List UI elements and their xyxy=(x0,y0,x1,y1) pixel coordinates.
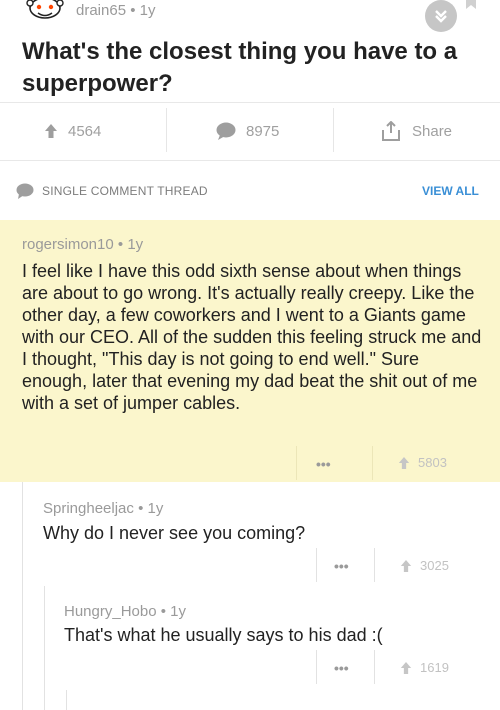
comment-body: I feel like I have this odd sixth sense … xyxy=(22,261,482,413)
comment-age: 1y xyxy=(127,236,144,253)
meta-separator: • xyxy=(138,500,144,517)
divider xyxy=(333,108,334,152)
post-comment-count: 8975 xyxy=(246,122,280,140)
thread-indent-line xyxy=(22,482,23,710)
comment-body: Why do I never see you coming? xyxy=(43,523,306,543)
comment-author[interactable]: Hungry_Hobo xyxy=(64,603,157,620)
post-upvote-count: 4564 xyxy=(68,122,102,140)
post-title[interactable]: What's the closest thing you have to a s… xyxy=(22,36,482,100)
divider xyxy=(372,446,373,480)
comment-upvote-button[interactable]: 5803 xyxy=(398,455,447,470)
comment-author[interactable]: rogersimon10 xyxy=(22,236,114,253)
upvote-button[interactable]: 4564 xyxy=(44,117,101,145)
comments-button[interactable]: 8975 xyxy=(216,117,279,145)
meta-separator: • xyxy=(130,2,136,19)
divider xyxy=(316,650,317,684)
thread-indent-line xyxy=(66,690,67,710)
divider xyxy=(166,108,167,152)
comment-age: 1y xyxy=(147,500,164,517)
divider xyxy=(0,102,500,103)
post-author-line: drain65 • 1y xyxy=(76,2,156,19)
collapse-chevrons-icon xyxy=(435,10,447,23)
comment-author[interactable]: Springheeljac xyxy=(43,500,134,517)
divider xyxy=(374,548,375,582)
bookmark-icon[interactable] xyxy=(464,0,478,10)
comment-score: 3025 xyxy=(420,558,449,573)
view-all-link[interactable]: VIEW ALL xyxy=(422,184,479,198)
more-options-button[interactable]: ••• xyxy=(334,660,349,676)
single-thread-label: SINGLE COMMENT THREAD xyxy=(42,184,208,198)
comment-score: 1619 xyxy=(420,660,449,675)
meta-separator: • xyxy=(160,603,166,620)
thread-indent-line xyxy=(44,586,45,710)
comment-bubble-icon xyxy=(216,122,236,140)
upvote-arrow-icon xyxy=(400,559,412,572)
divider xyxy=(316,548,317,582)
comment-meta: Springheeljac • 1y xyxy=(43,500,163,517)
comment-body: That's what he usually says to his dad :… xyxy=(64,625,383,645)
post-author[interactable]: drain65 xyxy=(76,2,126,19)
upvote-arrow-icon xyxy=(400,661,412,674)
comment-upvote-button[interactable]: 3025 xyxy=(400,558,449,573)
divider xyxy=(374,650,375,684)
share-label: Share xyxy=(412,122,453,140)
comment-age: 1y xyxy=(170,603,187,620)
collapse-button[interactable] xyxy=(425,0,457,32)
comment-upvote-button[interactable]: 1619 xyxy=(400,660,449,675)
comment-meta: Hungry_Hobo • 1y xyxy=(64,603,186,620)
more-options-button[interactable]: ••• xyxy=(334,558,349,574)
meta-separator: • xyxy=(117,236,124,253)
share-icon xyxy=(382,121,400,141)
divider xyxy=(296,446,297,480)
more-options-button[interactable]: ••• xyxy=(316,456,331,472)
comment-bubble-icon xyxy=(16,183,34,199)
comment-meta: rogersimon10 • 1y xyxy=(22,236,143,253)
share-button[interactable]: Share xyxy=(382,117,452,145)
upvote-arrow-icon xyxy=(398,456,410,469)
upvote-arrow-icon xyxy=(45,124,57,138)
comment-score: 5803 xyxy=(418,455,447,470)
post-age: 1y xyxy=(139,2,156,19)
reddit-alien-avatar-icon xyxy=(26,0,64,19)
